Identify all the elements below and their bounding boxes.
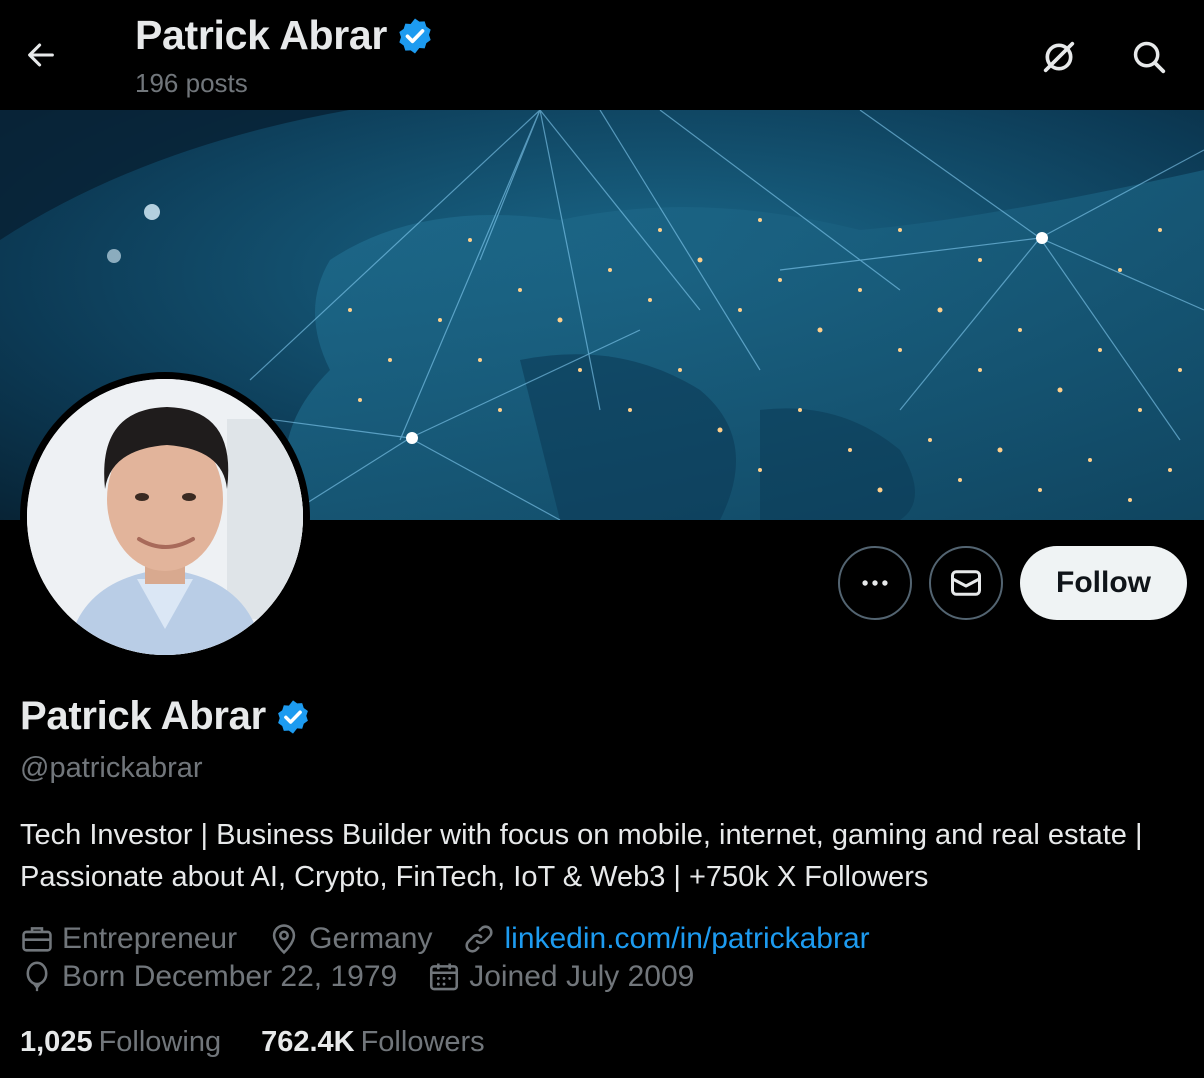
search-button[interactable] xyxy=(1122,30,1176,84)
profile-meta-row-1: Entrepreneur Germany linkedin.com/in/pat… xyxy=(20,922,900,956)
top-bar: Patrick Abrar 196 posts xyxy=(0,0,1204,110)
arrow-left-icon xyxy=(28,43,54,67)
more-icon xyxy=(862,580,888,586)
website-item: linkedin.com/in/patrickabrar xyxy=(462,922,870,956)
header-name: Patrick Abrar xyxy=(135,12,388,58)
profile-name: Patrick Abrar xyxy=(20,694,312,739)
profile-bio: Tech Investor | Business Builder with fo… xyxy=(20,819,1143,893)
followers-label: Followers xyxy=(360,1026,485,1058)
website-link[interactable]: linkedin.com/in/patrickabrar xyxy=(504,922,869,956)
post-count: 196 posts xyxy=(135,68,248,98)
header-title: Patrick Abrar xyxy=(135,12,435,59)
following-label: Following xyxy=(98,1026,222,1058)
profile-handle: @patrickabrar xyxy=(20,752,203,784)
profile-meta-row-2: Born December 22, 1979 Joined July 2009 xyxy=(20,960,724,994)
grok-button[interactable] xyxy=(1032,30,1086,84)
profile-avatar[interactable] xyxy=(20,372,310,662)
follow-button[interactable]: Follow xyxy=(1020,546,1187,620)
location-pin-icon xyxy=(272,924,296,955)
mail-icon xyxy=(951,570,981,596)
location-text: Germany xyxy=(309,922,433,955)
joined-text: Joined July 2009 xyxy=(469,960,695,993)
following-count: 1,025 xyxy=(20,1026,93,1058)
joined-item: Joined July 2009 xyxy=(427,960,694,994)
calendar-icon xyxy=(430,963,459,991)
search-icon xyxy=(1133,41,1166,74)
grok-icon xyxy=(1043,41,1075,73)
birthday-text: Born December 22, 1979 xyxy=(62,960,398,993)
location-item: Germany xyxy=(267,922,432,956)
verified-badge-icon[interactable] xyxy=(274,698,312,736)
profile-stats: 1,025 Following 762.4K Followers xyxy=(20,1026,525,1059)
avatar-image xyxy=(27,379,303,655)
birthday-item: Born December 22, 1979 xyxy=(20,960,397,994)
followers-count: 762.4K xyxy=(261,1026,355,1058)
back-button[interactable] xyxy=(14,28,68,82)
profession-item: Entrepreneur xyxy=(20,922,237,956)
link-icon xyxy=(465,925,493,953)
message-button[interactable] xyxy=(929,546,1003,620)
briefcase-icon xyxy=(22,927,52,952)
more-button[interactable] xyxy=(838,546,912,620)
following-stat[interactable]: 1,025 Following xyxy=(20,1026,221,1059)
balloon-icon xyxy=(26,961,48,992)
profession-text: Entrepreneur xyxy=(62,922,238,955)
verified-badge-icon xyxy=(399,18,431,53)
followers-stat[interactable]: 762.4K Followers xyxy=(261,1026,485,1059)
profile-name-text: Patrick Abrar xyxy=(20,694,266,738)
